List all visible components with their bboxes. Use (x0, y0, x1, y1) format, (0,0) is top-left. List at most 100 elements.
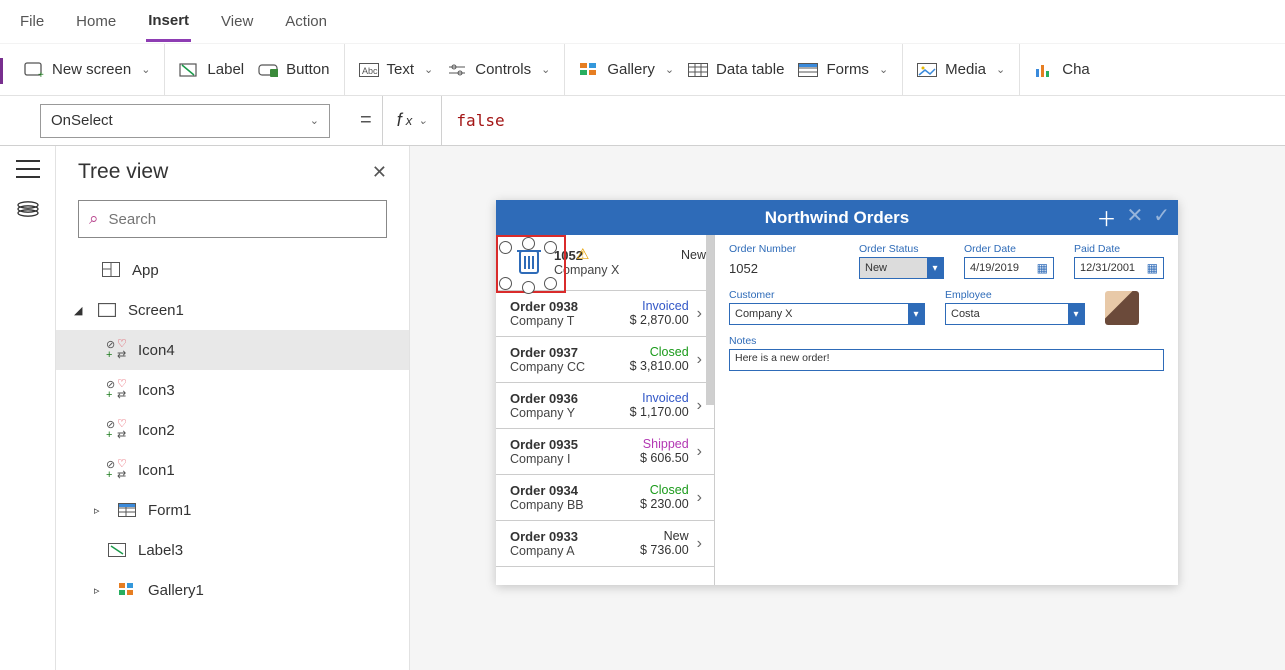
tree-label: Icon4 (138, 342, 175, 359)
field-label: Customer (729, 289, 925, 301)
property-selector[interactable]: OnSelect ⌄ (40, 104, 330, 138)
text-button[interactable]: Abc Text ⌄ (359, 61, 434, 78)
menu-action[interactable]: Action (283, 3, 329, 40)
forms-label: Forms (826, 61, 869, 78)
tree-node-icon3[interactable]: +⇄ Icon3 (56, 370, 409, 410)
expand-icon[interactable]: ▹ (94, 584, 106, 597)
menu-file[interactable]: File (18, 3, 46, 40)
list-item[interactable]: Order 0935Company IShipped$ 606.50 › (496, 429, 714, 475)
order-amount: $ 230.00 (640, 497, 689, 511)
controls-label: Controls (475, 61, 531, 78)
data-table-button[interactable]: Data table (688, 61, 784, 78)
screen-icon (96, 301, 118, 319)
customer-select[interactable]: Company X▾ (729, 303, 925, 325)
canvas[interactable]: Northwind Orders ＋ ✕ ✓ (410, 146, 1285, 670)
button-icon (258, 62, 278, 78)
order-num: Order 0935 (510, 437, 578, 452)
label-button[interactable]: Label (179, 61, 244, 78)
menu-view[interactable]: View (219, 3, 255, 40)
chevron-down-icon: ⌄ (541, 63, 550, 76)
charts-button[interactable]: Cha (1034, 61, 1090, 78)
text-label: Text (387, 61, 415, 78)
warning-icon: ⚠ (576, 245, 589, 263)
icon-control-icon: +⇄ (106, 341, 128, 359)
order-status: Invoiced (630, 299, 689, 313)
search-input[interactable] (107, 210, 376, 229)
charts-label: Cha (1062, 61, 1090, 78)
chevron-right-icon[interactable]: › (689, 351, 706, 369)
gallery-button[interactable]: Gallery ⌄ (579, 61, 674, 78)
tree-view-icon[interactable] (17, 200, 39, 218)
order-amount: $ 3,810.00 (630, 359, 689, 373)
order-status-select[interactable]: New▾ (859, 257, 944, 279)
icon-control-icon: +⇄ (106, 421, 128, 439)
hamburger-icon[interactable] (16, 160, 40, 178)
forms-button[interactable]: Forms ⌄ (798, 61, 888, 78)
menu-home[interactable]: Home (74, 3, 118, 40)
list-item[interactable]: Order 0936Company YInvoiced$ 1,170.00 › (496, 383, 714, 429)
new-screen-button[interactable]: + New screen ⌄ (24, 61, 150, 78)
list-item[interactable]: Order 0934Company BBClosed$ 230.00 › (496, 475, 714, 521)
tree-node-gallery1[interactable]: ▹ Gallery1 (56, 570, 409, 610)
chevron-down-icon: ⌄ (310, 114, 319, 127)
tree-node-icon4[interactable]: +⇄ Icon4 (56, 330, 409, 370)
media-icon (917, 62, 937, 78)
order-company: Company Y (510, 406, 578, 420)
button-button[interactable]: Button (258, 61, 329, 78)
chevron-right-icon[interactable]: › (689, 535, 706, 553)
svg-text:+: + (38, 70, 44, 78)
label-icon (106, 541, 128, 559)
list-item[interactable]: Order 0937Company CCClosed$ 3,810.00 › (496, 337, 714, 383)
chevron-right-icon[interactable]: › (689, 397, 706, 415)
tree-node-icon1[interactable]: +⇄ Icon1 (56, 450, 409, 490)
add-icon[interactable]: ＋ (1096, 203, 1116, 232)
forms-icon (798, 62, 818, 78)
chevron-right-icon[interactable]: › (689, 305, 706, 323)
icon-control-icon: +⇄ (106, 461, 128, 479)
field-label: Paid Date (1074, 243, 1164, 255)
gallery-icon (579, 62, 599, 78)
paid-date-input[interactable]: 12/31/2001▦ (1074, 257, 1164, 279)
scrollbar[interactable] (706, 235, 714, 585)
app-icon (100, 261, 122, 279)
tree-label: Icon2 (138, 422, 175, 439)
menu-insert[interactable]: Insert (146, 2, 191, 42)
fx-button[interactable]: fx⌄ (382, 96, 442, 145)
order-form: Order Number 1052 Order Status New▾ Orde… (715, 235, 1178, 585)
order-company: Company I (510, 452, 578, 466)
screen-icon: + (24, 62, 44, 78)
menu-bar: File Home Insert View Action (0, 0, 1285, 44)
tree-label: Screen1 (128, 302, 184, 319)
dropdown-icon: ▾ (927, 258, 943, 278)
active-indicator (0, 58, 3, 84)
chevron-down-icon: ⌄ (418, 114, 427, 127)
form-icon (116, 501, 138, 519)
tree-node-icon2[interactable]: +⇄ Icon2 (56, 410, 409, 450)
tree-node-label3[interactable]: Label3 (56, 530, 409, 570)
order-amount: $ 1,170.00 (630, 405, 689, 419)
tree-node-form1[interactable]: ▹ Form1 (56, 490, 409, 530)
tree-node-screen1[interactable]: ◢ Screen1 (56, 290, 409, 330)
employee-select[interactable]: Costa▾ (945, 303, 1085, 325)
save-icon[interactable]: ✓ (1153, 203, 1170, 232)
formula-input[interactable]: false (441, 96, 1285, 145)
chart-icon (1034, 62, 1054, 78)
cancel-icon[interactable]: ✕ (1126, 203, 1143, 232)
collapse-icon[interactable]: ◢ (74, 304, 86, 317)
controls-button[interactable]: Controls ⌄ (447, 61, 550, 78)
order-date-input[interactable]: 4/19/2019▦ (964, 257, 1054, 279)
order-list[interactable]: ⚠ 1052 Company X New Order 0938Company T… (496, 235, 715, 585)
list-item[interactable]: Order 0933Company ANew$ 736.00 › (496, 521, 714, 567)
data-table-label: Data table (716, 61, 784, 78)
notes-input[interactable]: Here is a new order! (729, 349, 1164, 371)
list-item[interactable]: Order 0938Company TInvoiced$ 2,870.00 › (496, 291, 714, 337)
tree-search[interactable]: ⌕ (78, 200, 387, 238)
close-icon[interactable]: ✕ (372, 162, 387, 183)
tree-node-app[interactable]: App (56, 250, 409, 290)
chevron-right-icon[interactable]: › (689, 443, 706, 461)
expand-icon[interactable]: ▹ (94, 504, 106, 517)
order-num: Order 0938 (510, 299, 578, 314)
chevron-right-icon[interactable]: › (689, 489, 706, 507)
media-button[interactable]: Media ⌄ (917, 61, 1005, 78)
chevron-down-icon: ⌄ (424, 63, 433, 76)
